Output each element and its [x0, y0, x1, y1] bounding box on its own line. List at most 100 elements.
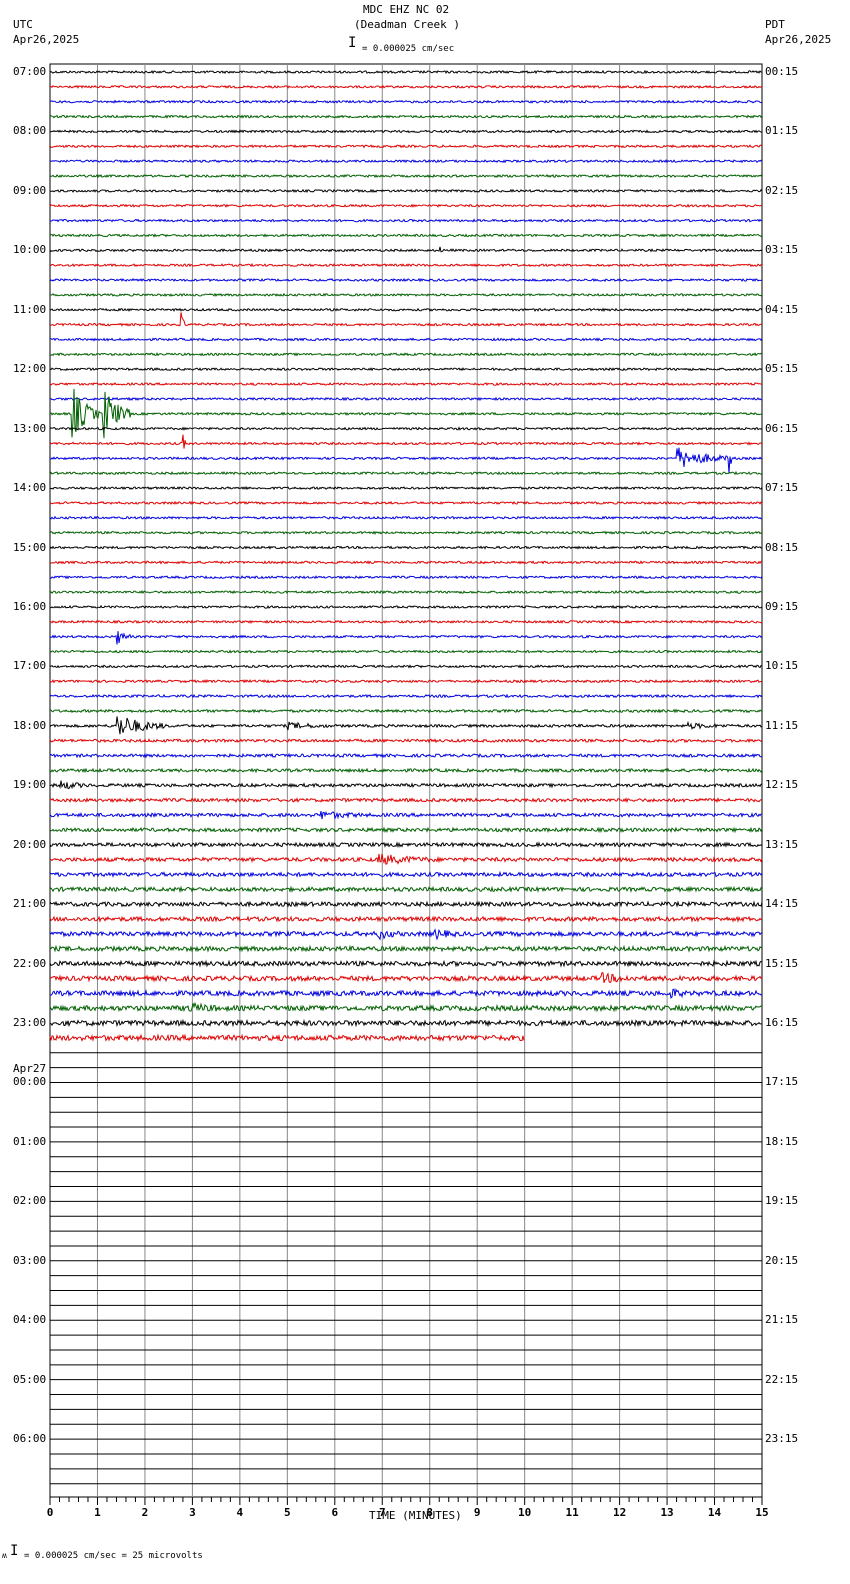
utc-hour-label: 05:00 — [13, 1372, 47, 1386]
seismic-trace — [49, 870, 763, 878]
seismic-trace — [49, 337, 763, 342]
seismic-trace — [49, 129, 763, 134]
x-tick-label: 7 — [379, 1506, 386, 1519]
utc-hour-label: 08:00 — [13, 124, 47, 138]
seismic-trace — [49, 959, 763, 968]
seismic-trace — [49, 173, 763, 179]
pdt-hour-label: 17:15 — [765, 1075, 799, 1089]
seismic-trace — [49, 619, 763, 625]
utc-hour-label: 12:00 — [13, 362, 47, 376]
utc-hour-label: 11:00 — [13, 302, 47, 316]
seismic-trace — [49, 262, 763, 268]
x-tick-label: 15 — [755, 1506, 768, 1519]
seismic-trace — [49, 708, 763, 714]
pdt-hour-label: 01:15 — [765, 124, 799, 138]
pdt-hour-label: 09:15 — [765, 599, 799, 613]
seismic-trace — [49, 246, 763, 253]
utc-hour-label: 00:00 — [13, 1075, 47, 1089]
seismic-trace — [49, 604, 763, 610]
x-tick-label: 8 — [426, 1506, 433, 1519]
pdt-hour-label: 11:15 — [765, 718, 799, 732]
seismic-trace — [49, 972, 763, 984]
pdt-hour-label: 00:15 — [765, 65, 799, 78]
utc-hour-label: 10:00 — [13, 243, 47, 257]
seismic-trace — [49, 679, 763, 684]
seismic-trace — [49, 218, 763, 223]
pdt-hour-label: 03:15 — [765, 243, 799, 257]
seismic-trace — [49, 631, 763, 645]
seismic-trace — [49, 560, 763, 565]
x-tick-label: 5 — [284, 1506, 291, 1519]
seismic-trace — [49, 928, 763, 941]
pdt-hour-label: 16:15 — [765, 1016, 799, 1030]
seismic-trace — [49, 797, 763, 804]
seismic-trace — [49, 885, 763, 894]
seismic-trace — [49, 84, 763, 90]
seismic-trace — [50, 352, 763, 357]
utc-hour-label: 17:00 — [13, 659, 47, 673]
seismic-trace — [49, 841, 763, 849]
seismic-trace — [49, 114, 763, 119]
seismic-trace — [49, 716, 763, 735]
pdt-hour-label: 22:15 — [765, 1372, 799, 1386]
pdt-hour-label: 23:15 — [765, 1432, 799, 1446]
utc-hour-label: 16:00 — [13, 599, 47, 613]
utc-hour-label: 03:00 — [13, 1253, 47, 1267]
seismic-trace — [49, 545, 763, 550]
seismic-trace — [49, 853, 763, 865]
seismic-trace — [49, 367, 763, 372]
pdt-hour-label: 02:15 — [765, 183, 799, 197]
seismic-trace — [49, 486, 763, 491]
seismic-trace — [49, 988, 763, 999]
x-tick-label: 2 — [142, 1506, 149, 1519]
pdt-hour-label: 20:15 — [765, 1253, 799, 1267]
pdt-hour-label: 18:15 — [765, 1134, 799, 1148]
utc-hour-label: 01:00 — [13, 1134, 47, 1148]
seismic-trace — [49, 382, 762, 387]
seismic-trace — [49, 396, 763, 402]
utc-hour-label: 15:00 — [13, 540, 47, 554]
seismic-trace — [49, 590, 763, 595]
seismic-trace — [49, 434, 763, 449]
x-tick-label: 11 — [566, 1506, 580, 1519]
seismic-trace — [50, 575, 763, 580]
pdt-hour-label: 07:15 — [765, 481, 799, 495]
pdt-hour-label: 04:15 — [765, 302, 799, 316]
seismic-trace — [49, 447, 763, 474]
seismic-trace — [49, 203, 763, 208]
seismic-trace — [49, 944, 763, 953]
utc-hour-label: 02:00 — [13, 1194, 47, 1208]
pdt-hour-label: 13:15 — [765, 837, 799, 851]
utc-hour-label: 09:00 — [13, 183, 47, 197]
x-tick-label: 10 — [518, 1506, 531, 1519]
pdt-hour-label: 21:15 — [765, 1313, 799, 1327]
seismic-trace — [49, 312, 763, 327]
seismic-trace — [49, 649, 763, 654]
x-tick-label: 9 — [474, 1506, 481, 1519]
x-tick-label: 0 — [47, 1506, 54, 1519]
seismic-trace — [49, 1001, 763, 1013]
pdt-hour-label: 08:15 — [765, 540, 799, 554]
seismic-trace — [49, 767, 763, 774]
seismic-trace — [49, 738, 763, 744]
utc-hour-label: 18:00 — [13, 718, 47, 732]
pdt-hour-label: 10:15 — [765, 659, 799, 673]
utc-hour-label: 13:00 — [13, 421, 47, 435]
seismic-trace — [49, 233, 763, 238]
pdt-hour-label: 19:15 — [765, 1194, 799, 1208]
seismic-trace — [49, 500, 763, 506]
x-tick-label: 4 — [237, 1506, 244, 1519]
seismogram-plot: 0 1 2 3 4 5 6 7 8 9 10 11 12 13 14 15 — [47, 63, 769, 1519]
seismic-trace — [50, 664, 763, 669]
seismic-trace — [49, 188, 763, 193]
seismic-trace — [49, 388, 763, 439]
seismic-trace — [49, 1018, 763, 1028]
x-tick-label: 3 — [189, 1506, 196, 1519]
pdt-hour-label: 05:15 — [765, 362, 799, 376]
pdt-hour-label: 06:15 — [765, 421, 799, 435]
x-tick-label: 6 — [331, 1506, 338, 1519]
utc-hour-label: 21:00 — [13, 897, 47, 911]
x-tick-label: 1 — [94, 1506, 101, 1519]
seismic-trace — [49, 144, 763, 149]
date-change-label: Apr27 — [13, 1062, 47, 1076]
